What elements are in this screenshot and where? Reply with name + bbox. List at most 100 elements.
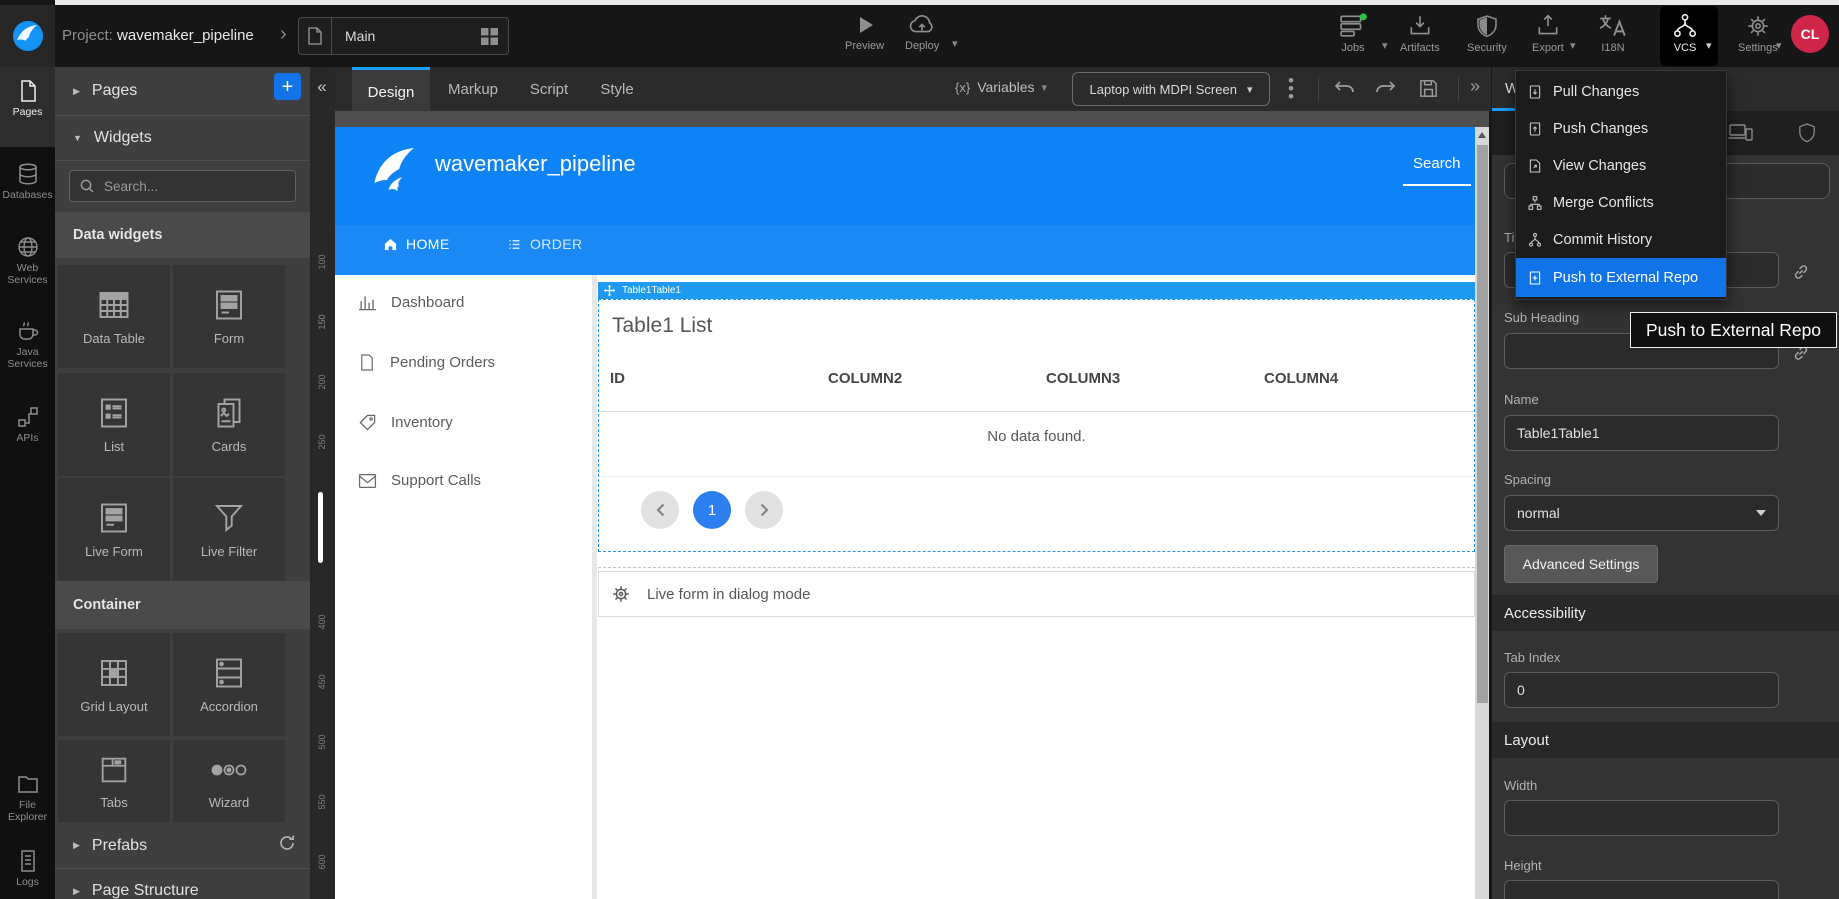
widget-tile-data-table[interactable]: Data Table [58, 265, 170, 368]
widget-selection-bar[interactable]: Table1Table1 [598, 282, 1475, 299]
widget-tile-tabs[interactable]: Tabs [58, 740, 170, 822]
pagination-page-1[interactable]: 1 [693, 491, 731, 529]
tab-index-field-input[interactable] [1504, 672, 1779, 708]
menu-item-merge-conflicts[interactable]: Merge Conflicts [1516, 184, 1726, 221]
artifacts-button[interactable]: Artifacts [1400, 13, 1440, 54]
variables-button[interactable]: {x} Variables ▾ [955, 79, 1047, 95]
expand-right-panel-icon[interactable]: » [1470, 76, 1480, 97]
i18n-button[interactable]: I18N [1598, 13, 1628, 54]
deploy-chevron-icon[interactable]: ▾ [952, 37, 958, 50]
menu-item-pull-changes[interactable]: Pull Changes [1516, 73, 1726, 110]
table-column-header[interactable]: COLUMN2 [817, 370, 1035, 387]
app-search-link[interactable]: Search [1413, 155, 1461, 172]
deploy-button[interactable]: Deploy [905, 13, 939, 52]
tab-style[interactable]: Style [586, 67, 648, 111]
app-nav-order[interactable]: ORDER [507, 236, 583, 252]
app-sidenav-support-calls[interactable]: Support Calls [358, 472, 481, 489]
height-field-input[interactable] [1504, 880, 1779, 899]
jobs-chevron-icon[interactable]: ▾ [1382, 39, 1388, 52]
sidebar-item-label2: Explorer [0, 811, 55, 823]
name-field-input[interactable] [1504, 415, 1779, 451]
canvas-scrollbar[interactable] [1475, 127, 1489, 899]
user-avatar[interactable]: CL [1791, 15, 1829, 53]
widget-tile-grid-layout[interactable]: Grid Layout [58, 633, 170, 736]
accessibility-section-header[interactable]: Accessibility [1492, 595, 1839, 631]
redo-icon[interactable] [1373, 78, 1397, 100]
page-tab-main[interactable]: Main [298, 17, 509, 55]
tooltip-push-to-external-repo: Push to External Repo [1630, 312, 1837, 348]
advanced-settings-button[interactable]: Advanced Settings [1504, 545, 1658, 583]
export-chevron-icon[interactable]: ▾ [1570, 39, 1576, 52]
app-sidenav-inventory[interactable]: Inventory [358, 413, 453, 432]
move-handle-icon[interactable] [604, 285, 615, 296]
vcs-button[interactable]: VCS [1672, 13, 1698, 54]
canvas-scrollbar-thumb[interactable] [1477, 145, 1488, 703]
widget-tile-accordion[interactable]: Accordion [173, 633, 285, 736]
shield-toggle-icon[interactable] [1798, 122, 1816, 144]
undo-icon[interactable] [1333, 78, 1357, 100]
sidebar-item-logs[interactable]: Logs [0, 849, 55, 888]
spacing-select[interactable]: normal [1504, 495, 1779, 531]
sidebar-item-databases[interactable]: Databases [0, 162, 55, 201]
settings-button[interactable]: Settings [1738, 13, 1778, 54]
devices-icon[interactable] [1728, 122, 1754, 144]
settings-chevron-icon[interactable]: ▾ [1776, 39, 1782, 52]
menu-item-view-changes[interactable]: View Changes [1516, 147, 1726, 184]
live-form-widget[interactable]: Live form in dialog mode [598, 571, 1475, 617]
device-selector[interactable]: Laptop with MDPI Screen ▾ [1072, 72, 1270, 106]
widget-search-input[interactable] [102, 178, 256, 195]
wavemaker-logo[interactable] [0, 5, 55, 67]
app-nav-home[interactable]: HOME [383, 236, 450, 252]
save-icon[interactable] [1417, 77, 1440, 100]
page-structure-section-header[interactable]: ▶ Page Structure [55, 870, 310, 899]
sidebar-item-file-explorer[interactable]: File Explorer [0, 772, 55, 823]
widgets-section-header[interactable]: ▼ Widgets [55, 115, 310, 160]
tab-markup[interactable]: Markup [433, 67, 513, 111]
table-column-header[interactable]: COLUMN4 [1253, 370, 1471, 387]
data-table-widget[interactable]: Table1 List ID COLUMN2 COLUMN3 COLUMN4 N… [598, 299, 1475, 552]
sidebar-item-pages[interactable]: Pages [0, 79, 55, 118]
export-button[interactable]: Export [1532, 13, 1564, 54]
widget-tile-form[interactable]: Form [173, 265, 285, 368]
width-field-input[interactable] [1504, 800, 1779, 836]
menu-item-push-changes[interactable]: Push Changes [1516, 110, 1726, 147]
bind-link-icon[interactable] [1791, 262, 1811, 282]
pages-section-label: Pages [92, 82, 137, 100]
vcs-chevron-icon[interactable]: ▾ [1706, 39, 1712, 52]
widget-tile-live-form[interactable]: Live Form [58, 478, 170, 581]
pagination-next-button[interactable] [745, 491, 783, 529]
preview-button[interactable]: Preview [845, 13, 884, 52]
app-sidenav-dashboard[interactable]: Dashboard [358, 293, 464, 312]
sidebar-item-java-services[interactable]: Java Services [0, 319, 55, 370]
databases-icon [16, 162, 40, 186]
tab-design[interactable]: Design [352, 67, 430, 114]
pagination-prev-button[interactable] [641, 491, 679, 529]
scrollbar-up-arrow-icon[interactable] [1478, 132, 1486, 138]
sidebar-item-apis[interactable]: APIs [0, 405, 55, 444]
prefabs-section-header[interactable]: ▶ Prefabs [55, 823, 310, 868]
i18n-translate-icon [1598, 13, 1628, 39]
tab-script[interactable]: Script [516, 67, 582, 111]
widget-tile-cards[interactable]: Cards [173, 373, 285, 476]
table-column-header[interactable]: ID [599, 370, 817, 387]
pages-grid-icon[interactable] [481, 28, 498, 45]
widget-tile-wizard[interactable]: Wizard [173, 740, 285, 822]
menu-item-push-to-external-repo[interactable]: Push to External Repo [1516, 258, 1726, 297]
more-options-kebab-icon[interactable]: ••• [1288, 77, 1294, 101]
widget-search[interactable] [69, 170, 296, 202]
collapse-left-panel-icon[interactable]: « [311, 75, 333, 99]
menu-item-commit-history[interactable]: Commit History [1516, 221, 1726, 258]
refresh-icon[interactable] [277, 833, 297, 853]
widget-tile-list[interactable]: List [58, 373, 170, 476]
table-column-header[interactable]: COLUMN3 [1035, 370, 1253, 387]
sidebar-item-web-services[interactable]: Web Services [0, 235, 55, 286]
security-button[interactable]: Security [1467, 13, 1507, 54]
pages-section-header[interactable]: ▶ Pages [55, 67, 310, 115]
form-icon [211, 287, 247, 323]
layout-section-header[interactable]: Layout [1492, 722, 1839, 758]
jobs-button[interactable]: Jobs [1338, 13, 1368, 54]
app-sidenav-pending-orders[interactable]: Pending Orders [358, 353, 495, 372]
add-page-button[interactable]: + [274, 73, 301, 100]
widget-tile-live-filter[interactable]: Live Filter [173, 478, 285, 581]
gutter-scroll-thumb[interactable] [318, 492, 323, 563]
